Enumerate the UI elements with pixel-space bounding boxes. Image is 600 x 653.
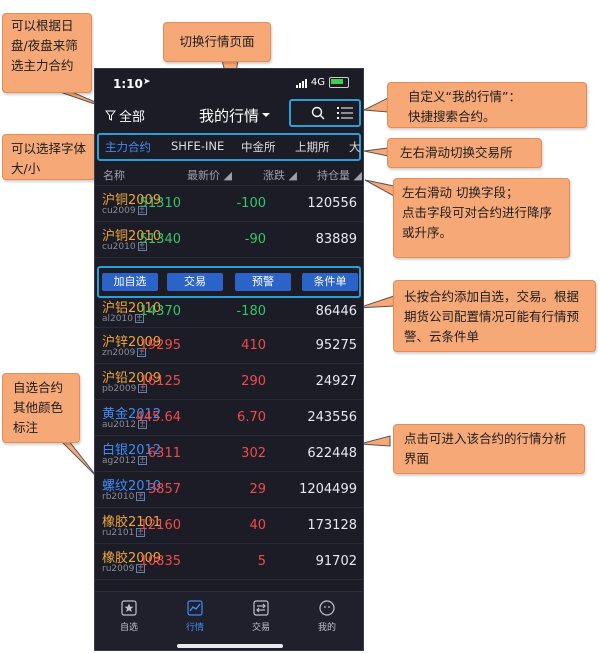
tab-main-contracts[interactable]: 主力合约 xyxy=(105,139,151,155)
callout-tap-analysis: 点击可进入该合约的行情分析界面 xyxy=(393,424,585,474)
col-price[interactable]: 最新价 ◢ xyxy=(187,167,232,183)
callout-custom-search: 自定义“我的行情”： 快捷搜索合约。 xyxy=(387,82,587,128)
tab-watchlist[interactable]: 自选 xyxy=(99,598,159,633)
contract-code: al2010 主 xyxy=(102,314,144,324)
open-interest: 91702 xyxy=(315,554,357,569)
latest-price: 6311 xyxy=(147,446,181,461)
tab-shfe[interactable]: 上期所 xyxy=(295,139,330,155)
open-interest: 83889 xyxy=(315,232,357,247)
open-interest: 24927 xyxy=(315,374,357,389)
price-change: 410 xyxy=(241,338,266,353)
open-interest: 173128 xyxy=(307,518,357,533)
location-arrow-icon: ➤ xyxy=(143,77,151,87)
col-change[interactable]: 涨跌 ◢ xyxy=(263,167,297,183)
callout-watchlist-color: 自选合约其他颜色标注 xyxy=(2,373,80,443)
status-time: 1:10 xyxy=(113,77,143,91)
tab-cffex[interactable]: 中金所 xyxy=(241,139,276,155)
long-press-action-bar: 加自选 交易 预警 条件单 xyxy=(95,266,363,298)
table-row[interactable]: 沪铅2009 pb2009 主 16125 290 24927 xyxy=(95,363,363,399)
add-watchlist-button[interactable]: 加自选 xyxy=(102,273,158,291)
list-menu-icon[interactable] xyxy=(337,106,353,120)
exchange-tab-bar: 主力合约 SHFE-INE 中金所 上期所 大 xyxy=(95,133,363,161)
conditional-order-button[interactable]: 条件单 xyxy=(302,273,358,291)
latest-price: 10835 xyxy=(139,554,181,569)
table-row[interactable]: 白银2012 ag2012 主 6311 302 622448 xyxy=(95,435,363,471)
contract-code: ag2012 主 xyxy=(102,456,148,466)
tab-trade[interactable]: 交易 xyxy=(231,598,291,633)
latest-price: 19295 xyxy=(139,338,181,353)
network-label: 4G xyxy=(310,77,325,88)
price-change: 5 xyxy=(257,554,266,569)
col-hold[interactable]: 持仓量 ◢ xyxy=(317,167,362,183)
open-interest: 120556 xyxy=(307,196,357,211)
search-icon[interactable] xyxy=(311,106,325,120)
contract-code: rb2010 主 xyxy=(102,492,146,502)
price-change: -90 xyxy=(244,232,266,247)
table-row[interactable]: 沪铝2010 al2010 主 14370 -180 86446 xyxy=(95,293,363,329)
filter-icon xyxy=(105,110,116,121)
callout-switch-page: 切换行情页面 xyxy=(163,22,271,62)
star-icon xyxy=(121,600,137,616)
latest-price: 14370 xyxy=(139,304,181,319)
price-change: 29 xyxy=(249,482,266,497)
open-interest: 86446 xyxy=(315,304,357,319)
bottom-tab-bar: 自选 行情 交易 我的 xyxy=(95,591,363,650)
latest-price: 51340 xyxy=(139,232,181,247)
price-change: 40 xyxy=(249,518,266,533)
table-row[interactable]: 橡胶2101 ru2101 主 12160 40 173128 xyxy=(95,507,363,543)
top-nav: 全部 我的行情 xyxy=(95,97,363,131)
tab-watchlist-label: 自选 xyxy=(119,623,138,633)
phone-screen: 1:10 ➤ 4G 全部 我的行情 主力合约 SHFE-INE 中金所 上期所 … xyxy=(94,68,364,651)
latest-price: 12160 xyxy=(139,518,181,533)
column-header: 名称 最新价 ◢ 涨跌 ◢ 持仓量 ◢ xyxy=(95,163,363,185)
chart-icon xyxy=(187,600,203,616)
callout-swipe-fields: 左右滑动 切换字段； 点击字段可对合约进行降序或升序。 xyxy=(393,178,570,258)
battery-icon xyxy=(329,77,349,88)
page-title[interactable]: 我的行情 xyxy=(199,105,259,126)
status-bar: 1:10 ➤ 4G xyxy=(95,69,363,97)
tab-market-label: 行情 xyxy=(185,623,204,633)
status-indicators: 4G xyxy=(295,77,349,88)
nav-actions-highlight xyxy=(289,99,361,127)
latest-price: 3857 xyxy=(147,482,181,497)
filter-all-button[interactable]: 全部 xyxy=(105,106,145,125)
callout-font-size: 可以选择字体大/小 xyxy=(2,134,96,180)
latest-price: 16125 xyxy=(139,374,181,389)
table-row[interactable]: 沪铜2009 cu2009 主 51310 -100 120556 xyxy=(95,185,363,221)
tab-market[interactable]: 行情 xyxy=(165,598,225,633)
callout-swipe-exchange: 左右滑动切换交易所 xyxy=(387,138,542,168)
trade-button[interactable]: 交易 xyxy=(167,273,223,291)
chevron-down-icon[interactable] xyxy=(262,113,270,117)
callout-long-press: 长按合约添加自选，交易。根据期货公司配置情况可能有行情预警、云条件单 xyxy=(393,280,596,352)
price-change: 6.70 xyxy=(237,410,266,425)
tab-trade-label: 交易 xyxy=(251,623,270,633)
price-change: -180 xyxy=(236,304,266,319)
open-interest: 243556 xyxy=(307,410,357,425)
open-interest: 95275 xyxy=(315,338,357,353)
price-change: 302 xyxy=(241,446,266,461)
latest-price: 445.64 xyxy=(135,410,182,425)
tab-shfe-ine[interactable]: SHFE-INE xyxy=(171,139,224,153)
home-indicator[interactable] xyxy=(177,644,283,648)
price-change: 290 xyxy=(241,374,266,389)
alert-button[interactable]: 预警 xyxy=(235,273,291,291)
table-row[interactable]: 黄金2012 au2012 主 445.64 6.70 243556 xyxy=(95,399,363,435)
table-row[interactable]: 沪锌2009 zn2009 主 19295 410 95275 xyxy=(95,327,363,363)
user-face-icon xyxy=(319,600,335,616)
latest-price: 51310 xyxy=(139,196,181,211)
table-row[interactable]: 橡胶2009 ru2009 主 10835 5 91702 xyxy=(95,543,363,579)
exchange-icon xyxy=(253,600,269,616)
filter-all-label: 全部 xyxy=(119,110,146,125)
tab-dce[interactable]: 大 xyxy=(349,139,361,155)
col-name[interactable]: 名称 xyxy=(103,167,125,183)
open-interest: 1204499 xyxy=(299,482,357,497)
price-change: -100 xyxy=(236,196,266,211)
table-row[interactable]: 沪铜2010 cu2010 主 51340 -90 83889 xyxy=(95,221,363,257)
callout-filter-note: 可以根据日盘/夜盘来筛选主力合约 xyxy=(2,13,92,93)
table-row[interactable]: 螺纹2010 rb2010 主 3857 29 1204499 xyxy=(95,471,363,507)
tab-profile-label: 我的 xyxy=(317,623,336,633)
signal-icon xyxy=(295,78,307,88)
tab-profile[interactable]: 我的 xyxy=(297,598,357,633)
open-interest: 622448 xyxy=(307,446,357,461)
